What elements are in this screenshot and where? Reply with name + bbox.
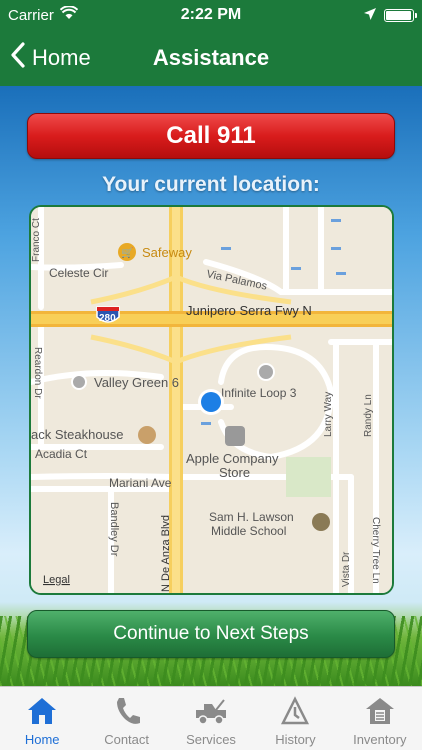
- map-label-junipero: Junipero Serra Fwy N: [186, 303, 312, 318]
- nav-bar: Assistance Home: [0, 30, 422, 86]
- call-911-label: Call 911: [166, 122, 256, 149]
- status-time: 2:22 PM: [180, 6, 242, 23]
- map-label-reardon: Reardon Dr: [32, 347, 43, 399]
- map-label-280: 280: [99, 313, 116, 324]
- map-label-acadia: Acadia Ct: [35, 447, 88, 461]
- location-arrow-icon: [364, 7, 376, 24]
- map-label-larry-way: Larry Way: [323, 392, 334, 437]
- map-label-apple-store-2: Store: [219, 465, 250, 480]
- map-label-apple-store-1: Apple Company: [186, 451, 279, 466]
- tab-home[interactable]: Home: [0, 687, 84, 750]
- tab-home-label: Home: [24, 732, 60, 747]
- back-button[interactable]: Home: [10, 30, 91, 86]
- location-map[interactable]: 🛒 Safeway Celeste Cir Via Palamos Franco…: [29, 205, 394, 595]
- map-label-steakhouse: ack Steakhouse: [31, 427, 124, 442]
- tab-inventory[interactable]: Inventory: [338, 687, 422, 750]
- map-label-safeway: Safeway: [142, 245, 192, 260]
- map-label-bandley: Bandley Dr: [108, 502, 120, 557]
- map-label-franco: Franco Ct: [31, 218, 42, 262]
- home-icon: [25, 694, 59, 728]
- tab-services-label: Services: [186, 732, 236, 747]
- tab-contact[interactable]: Contact: [84, 687, 168, 750]
- call-911-button[interactable]: Call 911: [27, 113, 395, 159]
- phone-icon: [110, 694, 144, 728]
- tab-inventory-label: Inventory: [353, 732, 407, 747]
- battery-icon: [384, 8, 417, 22]
- tab-services[interactable]: Services: [169, 687, 253, 750]
- map-label-valley-green: Valley Green 6: [94, 375, 179, 390]
- map-legal-link[interactable]: Legal: [43, 574, 70, 586]
- map-label-randy-ln: Randy Ln: [363, 394, 374, 437]
- history-icon: [278, 694, 312, 728]
- map-label-de-anza: N De Anza Blvd: [160, 515, 172, 592]
- map-label-sam-lawson-2: Middle School: [211, 524, 286, 538]
- carrier-label: Carrier: [8, 6, 54, 24]
- back-button-label: Home: [32, 45, 91, 70]
- map-label-infinite-loop: Infinite Loop 3: [221, 386, 297, 400]
- map-label-mariani: Mariani Ave: [109, 476, 172, 490]
- map-label-vista-dr: Vista Dr: [341, 551, 352, 587]
- continue-label: Continue to Next Steps: [113, 623, 309, 644]
- wifi-icon: [59, 5, 79, 24]
- tab-history-label: History: [275, 732, 316, 747]
- status-bar: Carrier 2:22 PM: [0, 0, 422, 30]
- tab-contact-label: Contact: [104, 732, 150, 747]
- tab-history[interactable]: History: [253, 687, 337, 750]
- svg-text:🛒: 🛒: [121, 246, 133, 259]
- inventory-icon: [363, 694, 397, 728]
- map-label-celeste: Celeste Cir: [49, 266, 108, 280]
- current-location-label: Your current location:: [102, 173, 320, 196]
- tow-truck-icon: [194, 694, 228, 728]
- map-label-cherry-tree: Cherry Tree Ln: [370, 517, 381, 584]
- continue-button[interactable]: Continue to Next Steps: [27, 610, 395, 658]
- chevron-left-icon: [10, 42, 26, 74]
- map-label-sam-lawson-1: Sam H. Lawson: [209, 510, 294, 524]
- tab-bar: Home Contact Services History Inventory: [0, 686, 422, 750]
